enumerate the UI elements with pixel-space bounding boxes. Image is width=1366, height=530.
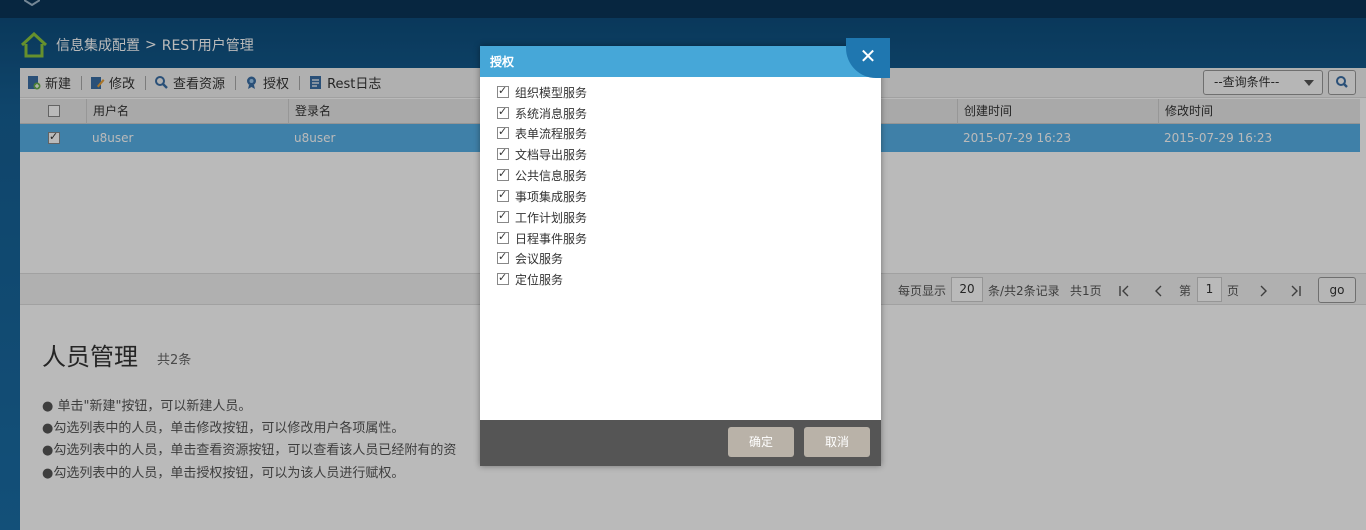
permission-label: 定位服务 (515, 272, 564, 287)
permission-item[interactable]: 工作计划服务 (497, 207, 587, 227)
permission-label: 会议服务 (515, 251, 564, 266)
permission-item[interactable]: 表单流程服务 (497, 123, 587, 143)
permission-label: 公共信息服务 (515, 168, 588, 183)
permission-checkbox[interactable] (497, 146, 509, 160)
permission-item[interactable]: 组织模型服务 (497, 82, 587, 102)
permission-checkbox[interactable] (497, 125, 509, 139)
permission-label: 表单流程服务 (515, 126, 588, 141)
dialog-footer: 确定 取消 (480, 420, 881, 466)
dialog-body: 组织模型服务 系统消息服务 表单流程服务 文档导出服务 公共信息服务 事项集成服… (480, 77, 881, 420)
permission-item[interactable]: 会议服务 (497, 248, 563, 268)
permission-item[interactable]: 公共信息服务 (497, 165, 587, 185)
close-icon: ✕ (859, 44, 877, 68)
permission-item[interactable]: 定位服务 (497, 269, 563, 289)
cancel-button[interactable]: 取消 (804, 427, 870, 457)
authorize-dialog: 授权 ✕ 组织模型服务 系统消息服务 表单流程服务 文档导出服务 公共信息服务 … (480, 38, 890, 466)
ok-button[interactable]: 确定 (728, 427, 794, 457)
permission-checkbox[interactable] (497, 84, 509, 98)
permission-label: 文档导出服务 (515, 147, 588, 162)
permission-label: 日程事件服务 (515, 231, 588, 246)
permission-label: 工作计划服务 (515, 210, 588, 225)
permission-label: 事项集成服务 (515, 189, 588, 204)
dialog-title: 授权 (480, 46, 881, 77)
permission-checkbox[interactable] (497, 271, 509, 285)
permission-checkbox[interactable] (497, 209, 509, 223)
permission-label: 系统消息服务 (515, 106, 588, 121)
permission-checkbox[interactable] (497, 230, 509, 244)
permission-item[interactable]: 日程事件服务 (497, 228, 587, 248)
permission-checkbox[interactable] (497, 188, 509, 202)
permission-checkbox[interactable] (497, 105, 509, 119)
permission-checkbox[interactable] (497, 167, 509, 181)
permission-item[interactable]: 系统消息服务 (497, 103, 587, 123)
permission-label: 组织模型服务 (515, 85, 588, 100)
permission-item[interactable]: 文档导出服务 (497, 144, 587, 164)
permission-item[interactable]: 事项集成服务 (497, 186, 587, 206)
permission-checkbox[interactable] (497, 250, 509, 264)
